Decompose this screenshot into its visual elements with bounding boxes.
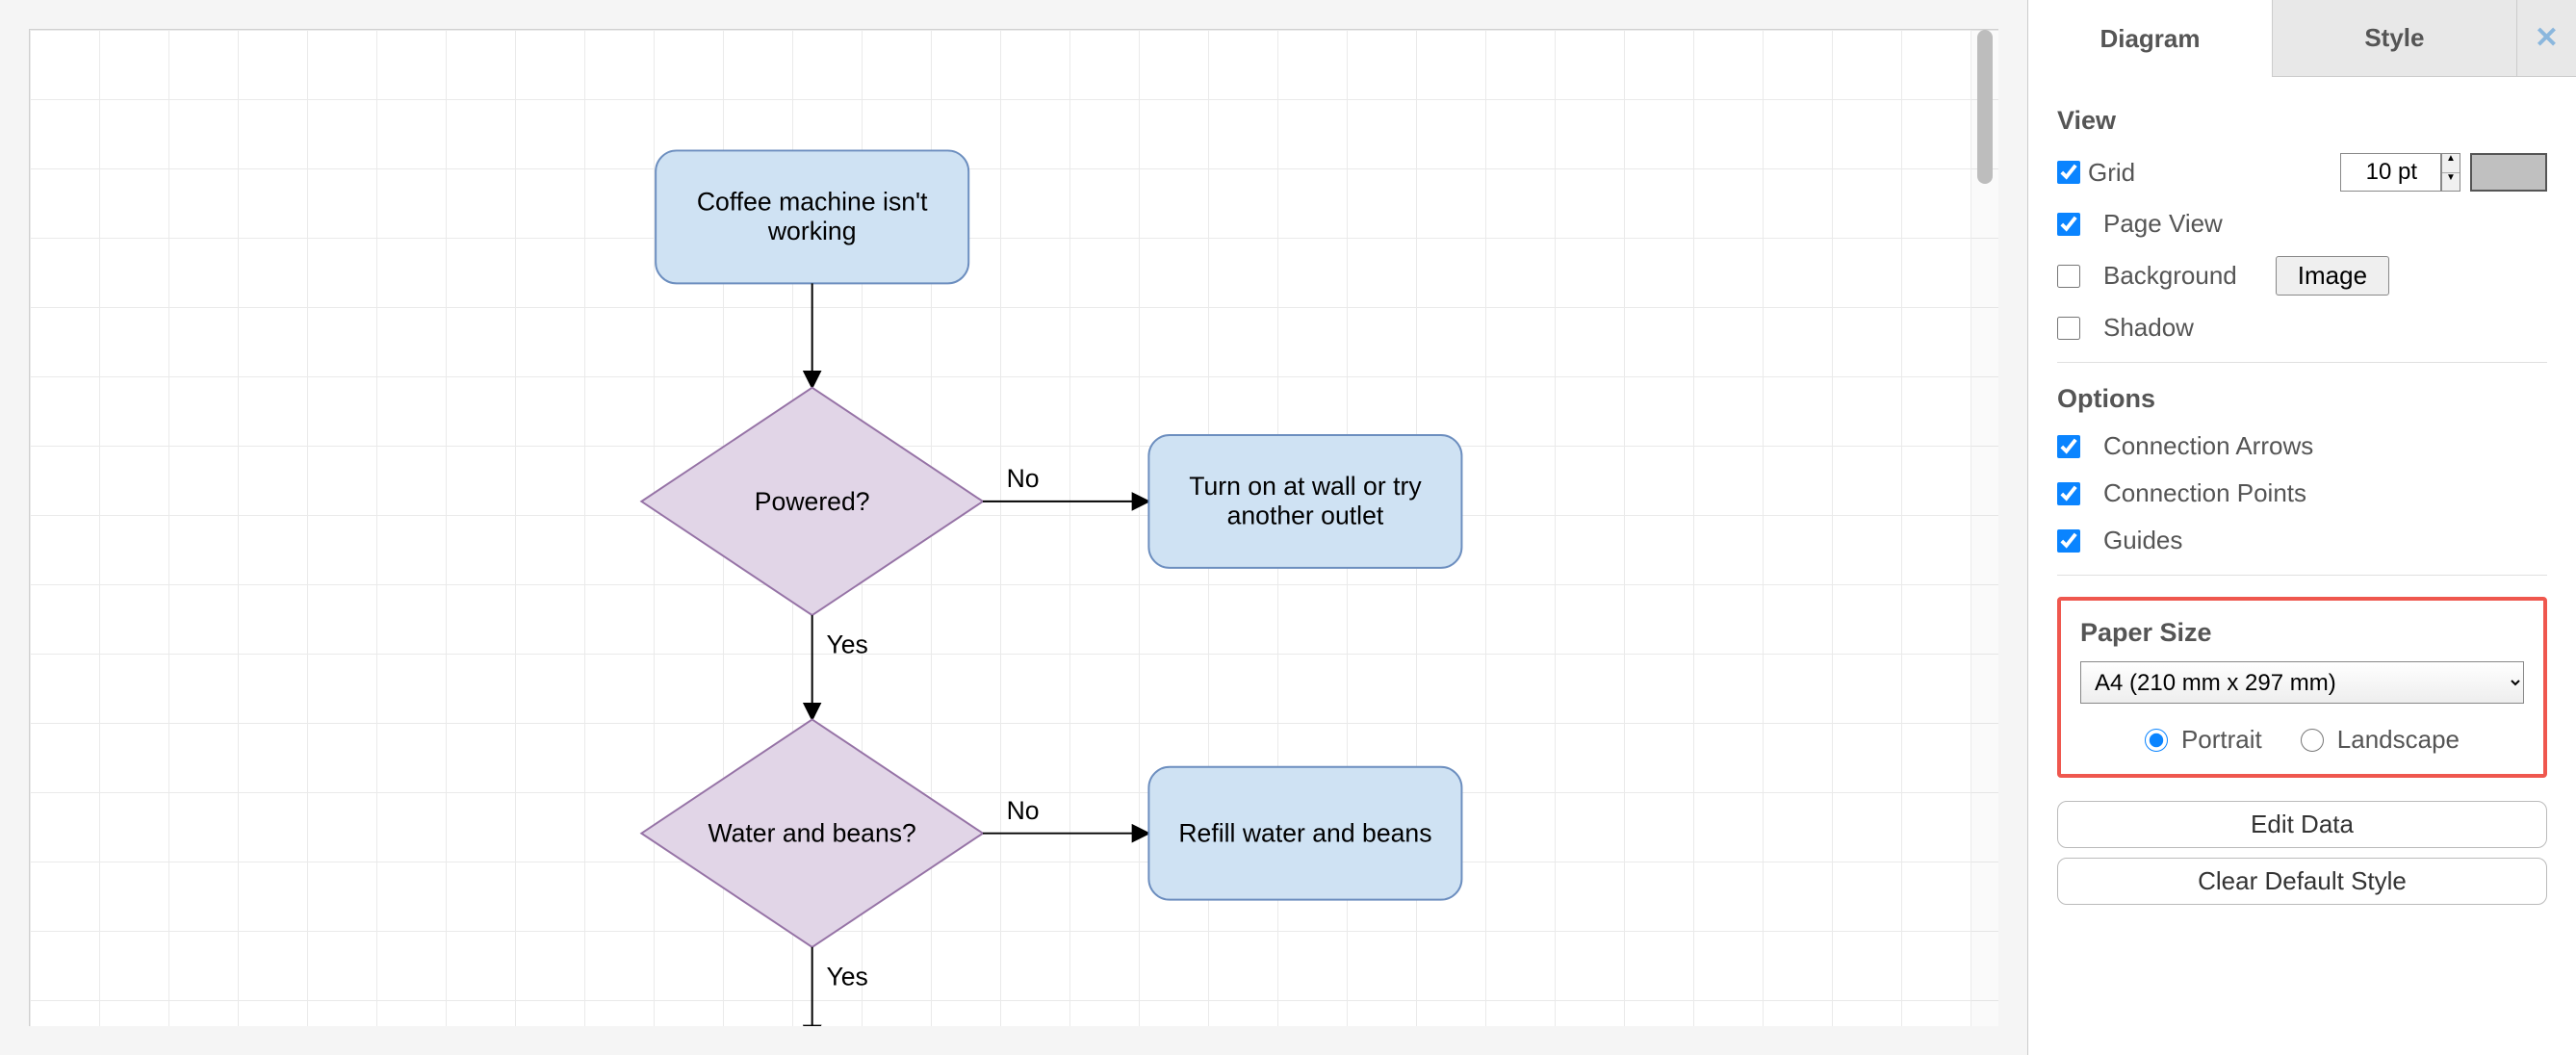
label-guides: Guides: [2103, 526, 2182, 555]
node-action-outlet[interactable]: Turn on at wall or try another outlet: [1148, 435, 1461, 568]
orientation-row: Portrait Landscape: [2080, 725, 2524, 755]
checkbox-conn-points[interactable]: [2057, 482, 2080, 505]
sidebar-body: View Grid ▲▼ Page View: [2028, 77, 2576, 1055]
app-root: Coffee machine isn't working Powered? No: [0, 0, 2576, 1055]
tab-style[interactable]: Style: [2272, 0, 2516, 77]
button-clear-style[interactable]: Clear Default Style: [2057, 858, 2547, 905]
section-view-title: View: [2057, 106, 2547, 136]
section-options: Options Connection Arrows Connection Poi…: [2057, 384, 2547, 576]
canvas-area[interactable]: Coffee machine isn't working Powered? No: [0, 0, 2027, 1055]
checkbox-pageview[interactable]: [2057, 213, 2080, 236]
label-d2-yes: Yes: [826, 962, 867, 991]
label-conn-arrows: Connection Arrows: [2103, 431, 2313, 461]
node-decision-powered[interactable]: Powered?: [641, 388, 983, 615]
label-conn-points: Connection Points: [2103, 478, 2306, 508]
node-start-text: Coffee machine isn't working: [675, 188, 950, 246]
button-image[interactable]: Image: [2276, 256, 2389, 296]
tab-diagram-label: Diagram: [2099, 24, 2200, 54]
section-paper-title: Paper Size: [2080, 618, 2524, 648]
radio-landscape[interactable]: [2301, 729, 2324, 752]
checkbox-guides[interactable]: [2057, 529, 2080, 553]
label-landscape: Landscape: [2337, 725, 2460, 755]
label-grid: Grid: [2088, 158, 2135, 188]
tab-style-label: Style: [2364, 23, 2424, 53]
node-decision-water[interactable]: Water and beans?: [641, 719, 983, 946]
select-paper-size[interactable]: A4 (210 mm x 297 mm): [2080, 661, 2524, 704]
checkbox-grid[interactable]: [2057, 161, 2080, 184]
flowchart-svg: Coffee machine isn't working Powered? No: [30, 30, 1998, 1026]
label-background: Background: [2103, 261, 2237, 291]
node-action-refill[interactable]: Refill water and beans: [1148, 767, 1461, 900]
label-portrait: Portrait: [2181, 725, 2262, 755]
input-grid-size[interactable]: [2340, 153, 2441, 192]
section-paper-highlighted: Paper Size A4 (210 mm x 297 mm) Portrait…: [2057, 597, 2547, 778]
button-edit-data[interactable]: Edit Data: [2057, 801, 2547, 848]
close-icon[interactable]: ✕: [2516, 0, 2576, 77]
checkbox-shadow[interactable]: [2057, 317, 2080, 340]
tab-diagram[interactable]: Diagram: [2028, 0, 2272, 77]
node-d2-text: Water and beans?: [708, 818, 915, 848]
right-sidebar: Diagram Style ✕ View Grid ▲▼: [2027, 0, 2576, 1055]
label-shadow: Shadow: [2103, 313, 2194, 343]
canvas-scrollbar[interactable]: [1971, 30, 1998, 1026]
checkbox-background[interactable]: [2057, 265, 2080, 288]
grid-color-swatch[interactable]: [2470, 153, 2547, 192]
grid-stepper[interactable]: ▲▼: [2441, 153, 2460, 192]
section-view: View Grid ▲▼ Page View: [2057, 106, 2547, 363]
node-a1-text: Turn on at wall or try another outlet: [1168, 472, 1443, 530]
label-d1-no: No: [1007, 464, 1040, 493]
canvas-grid[interactable]: Coffee machine isn't working Powered? No: [29, 29, 1998, 1026]
label-d1-yes: Yes: [826, 630, 867, 659]
node-start[interactable]: Coffee machine isn't working: [656, 150, 968, 283]
label-d2-no: No: [1007, 796, 1040, 825]
radio-portrait[interactable]: [2145, 729, 2168, 752]
sidebar-tabs: Diagram Style ✕: [2028, 0, 2576, 77]
section-options-title: Options: [2057, 384, 2547, 414]
checkbox-conn-arrows[interactable]: [2057, 435, 2080, 458]
section-actions: Edit Data Clear Default Style: [2057, 801, 2547, 905]
scrollbar-thumb[interactable]: [1977, 30, 1993, 184]
node-a2-text: Refill water and beans: [1178, 818, 1431, 848]
label-pageview: Page View: [2103, 209, 2223, 239]
node-d1-text: Powered?: [755, 487, 870, 517]
